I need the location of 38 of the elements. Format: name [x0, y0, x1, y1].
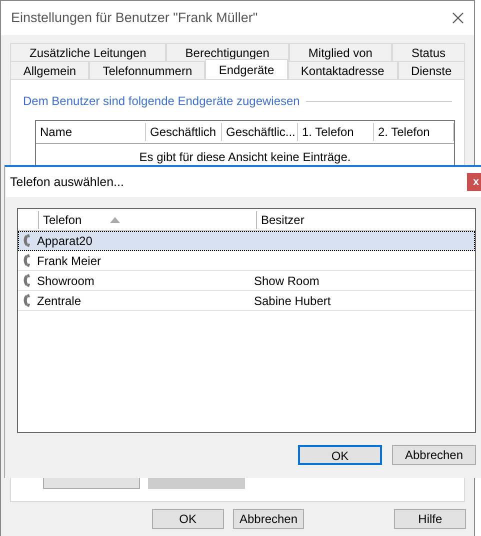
cancel-button[interactable]: Abbrechen	[392, 445, 476, 465]
tab[interactable]: Kontaktadresse	[288, 61, 398, 79]
list-row[interactable]: Apparat20	[18, 231, 475, 251]
owner-name: Show Room	[254, 272, 320, 290]
tab[interactable]: Mitglied von	[288, 43, 392, 61]
tab[interactable]: Telefonnummern	[89, 61, 206, 79]
ok-button[interactable]: OK	[152, 509, 224, 529]
column-header[interactable]: Geschäftlic...	[222, 123, 298, 141]
tab[interactable]: Zusätzliche Leitungen	[10, 43, 166, 61]
sort-ascending-icon	[110, 216, 120, 222]
window-title: Einstellungen für Benutzer "Frank Müller"	[11, 8, 258, 27]
owner-name: Sabine Hubert	[254, 292, 331, 310]
column-header[interactable]: 2. Telefon	[374, 123, 454, 141]
phone-name: Frank Meier	[37, 252, 102, 270]
dialog-title: Telefon auswählen...	[10, 174, 124, 191]
column-header[interactable]: Telefon	[38, 210, 256, 228]
list-row[interactable]: Zentrale Sabine Hubert	[18, 291, 475, 311]
tab[interactable]: Endgeräte	[205, 59, 288, 79]
close-icon[interactable]	[452, 12, 464, 24]
tab[interactable]: Dienste	[398, 61, 465, 79]
phone-name: Showroom	[37, 272, 96, 290]
column-header[interactable]: Name	[36, 123, 146, 141]
phone-name: Apparat20	[37, 232, 94, 250]
close-button[interactable]: x	[467, 173, 481, 191]
column-header[interactable]: Besitzer	[256, 210, 456, 228]
tab[interactable]: Allgemein	[10, 61, 90, 79]
column-header[interactable]: 1. Telefon	[298, 123, 374, 141]
empty-message: Es gibt für diese Ansicht keine Einträge.	[139, 149, 351, 165]
phone-name: Zentrale	[37, 292, 82, 310]
list-row[interactable]: Frank Meier	[18, 251, 475, 271]
column-header[interactable]: Geschäftlich	[146, 123, 222, 141]
help-button[interactable]: Hilfe	[394, 509, 466, 529]
group-title: Dem Benutzer sind folgende Endgeräte zugewiesen	[23, 93, 300, 110]
ok-button[interactable]: OK	[298, 445, 382, 465]
cancel-button[interactable]: Abbrechen	[232, 509, 304, 529]
tab[interactable]: Berechtigungen	[166, 43, 289, 61]
list-row[interactable]: Showroom Show Room	[18, 271, 475, 291]
tab[interactable]: Status	[392, 43, 466, 61]
